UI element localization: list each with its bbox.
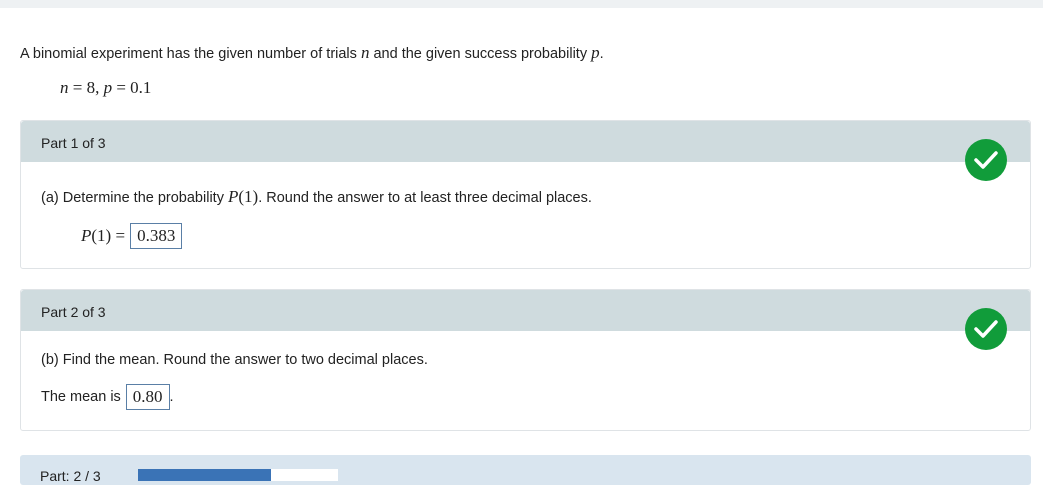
problem-statement: A binomial experiment has the given numb… <box>20 43 604 62</box>
part1-check-circle-icon <box>965 139 1007 181</box>
part1-label: Part 1 of 3 <box>41 135 106 151</box>
part3-header: Part: 2 / 3 <box>20 455 1031 485</box>
part2-question: (b) Find the mean. Round the answer to t… <box>41 352 428 368</box>
top-bar <box>0 0 1043 8</box>
given-values: n = 8, p = 0.1 <box>60 78 152 97</box>
part2-label: Part 2 of 3 <box>41 304 106 320</box>
part1-answer-line: P (1) = 0.383 <box>81 223 183 249</box>
p-symbol: p <box>591 43 600 62</box>
progress-fill <box>138 469 272 481</box>
part2-check-circle-icon <box>965 308 1007 350</box>
part2-header: Part 2 of 3 <box>21 290 1030 331</box>
part1-question: (a) Determine the probability P(1). Roun… <box>41 187 592 206</box>
part1-card: Part 1 of 3 (a) Determine the probabilit… <box>20 120 1031 269</box>
part2-card: Part 2 of 3 (b) Find the mean. Round the… <box>20 289 1031 431</box>
n-symbol: n <box>360 43 370 62</box>
part1-header: Part 1 of 3 <box>21 121 1030 162</box>
part3-label: Part: 2 / 3 <box>40 468 101 484</box>
part1-answer-field[interactable]: 0.383 <box>130 223 183 249</box>
part2-answer-line: The mean is 0.80 . <box>41 384 174 410</box>
progress-bar <box>138 469 338 481</box>
part2-answer-field[interactable]: 0.80 <box>125 384 170 410</box>
